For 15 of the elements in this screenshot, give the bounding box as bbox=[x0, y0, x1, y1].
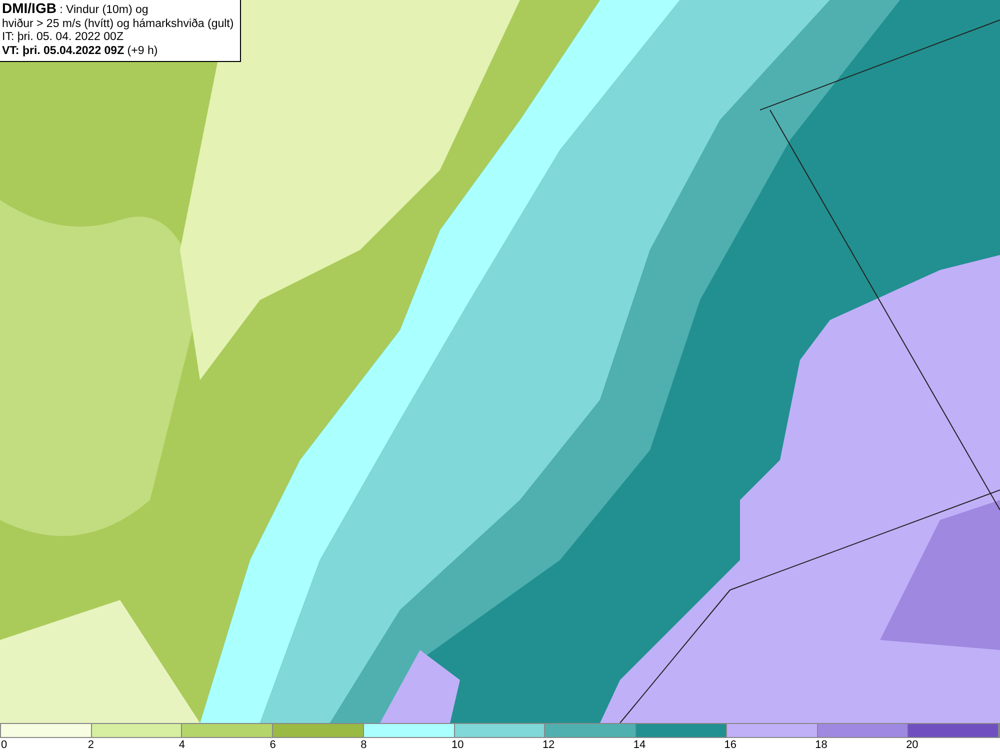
legend-tick-label: 0 bbox=[1, 738, 8, 752]
legend-tick-label: 8 bbox=[360, 738, 367, 752]
legend-tick-label: 2 bbox=[88, 738, 94, 752]
legend-tick-label: 14 bbox=[633, 738, 646, 752]
legend-tick-label: 10 bbox=[452, 738, 464, 752]
legend-tick-label: 18 bbox=[815, 738, 828, 752]
legend-tick-label: 16 bbox=[724, 738, 736, 752]
legend-tick-label: 20 bbox=[906, 738, 918, 752]
legend-tick-label: 12 bbox=[542, 738, 555, 752]
caption-text: IT: þri. 05. 04. 2022 00Z bbox=[2, 31, 124, 44]
caption-text: DMI/IGB : Vindur (10m) og bbox=[2, 2, 150, 18]
caption-text: VT: þri. 05.04.2022 09Z (+9 h) bbox=[2, 44, 159, 58]
caption-text: hviður > 25 m/s (hvítt) og hámarkshviða (gult) bbox=[2, 18, 234, 31]
legend-tick-label: 6 bbox=[270, 738, 276, 752]
legend-tick-label: 4 bbox=[178, 738, 185, 752]
